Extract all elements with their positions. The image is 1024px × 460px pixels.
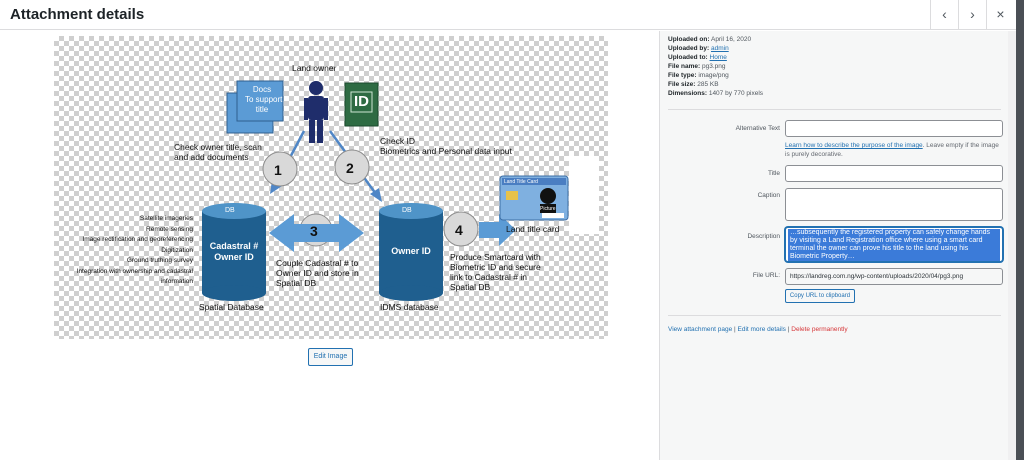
file-size-value: 285 KB: [697, 81, 719, 88]
edit-details-link[interactable]: Edit more details: [738, 326, 786, 333]
db-label-left: DB: [225, 207, 235, 214]
id-card-label: ID: [354, 93, 369, 110]
view-attachment-link[interactable]: View attachment page: [668, 326, 732, 333]
description-text: …subsequently the registered property ca…: [788, 229, 1000, 261]
alt-text-help: Learn how to describe the purpose of the…: [785, 141, 1003, 159]
person-icon: [304, 81, 328, 143]
spatial-process-list: Satellite imageries Remote sensing Image…: [76, 215, 193, 285]
file-type-value: image/png: [698, 72, 729, 79]
diagram-graphics: [202, 80, 599, 301]
title-input[interactable]: [785, 165, 1003, 182]
attachment-info-sidebar: Uploaded on: April 16, 2020 Uploaded by:…: [659, 31, 1008, 460]
dimensions-value: 1407 by 770 pixels: [708, 90, 764, 97]
edit-image-button[interactable]: Edit Image: [308, 348, 353, 366]
image-preview-panel: Land owner Docs To support title ID 1 2 …: [0, 31, 659, 460]
alt-text-input[interactable]: [785, 120, 1003, 137]
uploaded-by-label: Uploaded by:: [668, 45, 710, 52]
land-owner-label: Land owner: [292, 63, 337, 73]
step-1: 1: [274, 162, 282, 178]
alt-text-label: Alternative Text: [735, 125, 780, 132]
attachment-actions: View attachment page | Edit more details…: [668, 326, 848, 333]
check-id-label: Check ID Biometrics and Personal data in…: [380, 136, 512, 156]
attachment-details-modal: Attachment details ‹ › × Land owner Docs…: [0, 0, 1016, 460]
file-details: Uploaded on: April 16, 2020 Uploaded by:…: [668, 35, 763, 98]
cadastral-db-label: Cadastral # Owner ID: [209, 241, 259, 262]
file-type-label: File type:: [668, 72, 697, 79]
uploaded-on-value: April 16, 2020: [710, 36, 752, 43]
previous-button[interactable]: ‹: [930, 0, 958, 30]
title-label: Title: [767, 170, 780, 177]
uploaded-on-label: Uploaded on:: [668, 36, 710, 43]
land-title-card-label: Land title card: [506, 224, 560, 234]
delete-permanently-link[interactable]: Delete permanently: [791, 326, 847, 333]
dimensions-label: Dimensions:: [668, 90, 708, 97]
file-size-label: File size:: [668, 81, 696, 88]
db-label-right: DB: [402, 207, 412, 214]
uploaded-by-link[interactable]: admin: [711, 45, 729, 52]
caption-label: Caption: [757, 192, 780, 199]
modal-header: Attachment details ‹ › ×: [0, 0, 1016, 30]
attachment-image: Land owner Docs To support title ID 1 2 …: [54, 36, 608, 339]
card-picture-label: Picture: [540, 206, 556, 212]
couple-label: Couple Cadastral # to Owner ID and store…: [276, 258, 359, 288]
divider: [668, 315, 1001, 316]
next-button[interactable]: ›: [958, 0, 986, 30]
step-2: 2: [346, 160, 354, 176]
description-label: Description: [747, 233, 780, 240]
caption-textarea[interactable]: [785, 188, 1003, 221]
step-3: 3: [310, 223, 318, 239]
alt-text-help-link[interactable]: Learn how to describe the purpose of the…: [785, 142, 923, 149]
spatial-database-label: Spatial Database: [199, 302, 264, 312]
copy-url-button[interactable]: Copy URL to clipboard: [785, 289, 855, 303]
file-url-label: File URL:: [752, 272, 780, 279]
file-url-input[interactable]: https://landreg.com.ng/wp-content/upload…: [785, 268, 1003, 285]
description-textarea[interactable]: …subsequently the registered property ca…: [785, 227, 1003, 262]
produce-label: Produce Smartcard with Biometric ID and …: [450, 252, 541, 292]
file-name-label: File name:: [668, 63, 701, 70]
file-name-value: pg3.png: [701, 63, 726, 70]
modal-title: Attachment details: [10, 6, 145, 23]
uploaded-to-label: Uploaded to:: [668, 54, 708, 61]
card-title-label: Land Title Card: [504, 179, 538, 185]
uploaded-to-link[interactable]: Home: [710, 54, 727, 61]
check-owner-label: Check owner title, scan and add document…: [174, 142, 262, 162]
close-button[interactable]: ×: [986, 0, 1014, 30]
step-4: 4: [455, 222, 463, 238]
owner-db-label: Owner ID: [391, 246, 431, 256]
docs-label: Docs To support title: [245, 85, 283, 114]
idms-database-label: IDMS database: [380, 302, 439, 312]
scrollbar[interactable]: [1008, 31, 1016, 460]
divider: [668, 109, 1001, 110]
